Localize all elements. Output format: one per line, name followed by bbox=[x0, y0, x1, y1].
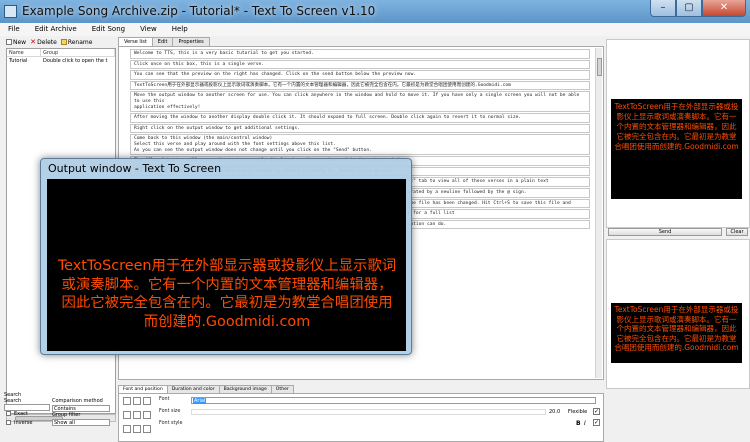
delete-icon: ✕ bbox=[30, 38, 36, 46]
send-row: Send Clear bbox=[608, 228, 748, 238]
window-title: Example Song Archive.zip - Tutorial* - T… bbox=[22, 4, 376, 18]
verse-item[interactable]: TextToScreen用于在外部显示器或投影仪上显示歌词或演奏脚本。它有一个内… bbox=[130, 80, 590, 91]
format-tabs: Font and position Duration and color Bac… bbox=[118, 385, 294, 393]
verse-item[interactable]: You can see that the preview on the righ… bbox=[130, 70, 590, 80]
position-cell[interactable] bbox=[133, 397, 141, 405]
position-cell[interactable] bbox=[143, 397, 151, 405]
font-size-value[interactable]: 20.0 bbox=[549, 409, 560, 415]
minimize-button[interactable]: – bbox=[650, 0, 676, 17]
main-window: Example Song Archive.zip - Tutorial* - T… bbox=[0, 0, 750, 442]
font-label: Font bbox=[159, 397, 170, 402]
exact-checkbox[interactable] bbox=[6, 411, 11, 416]
output-text: TextToScreen用于在外部显示器或投影仪上显示歌词或演奏脚本。它有一个内… bbox=[57, 258, 397, 331]
window-controls: – ▢ ✕ bbox=[650, 0, 746, 18]
verse-item[interactable]: Come back to this window (the main/contr… bbox=[130, 134, 590, 156]
title-bar[interactable]: Example Song Archive.zip - Tutorial* - T… bbox=[0, 0, 750, 23]
output-window[interactable]: Output window - Text To Screen TextToScr… bbox=[40, 158, 412, 355]
bold-button[interactable]: B bbox=[576, 420, 581, 427]
menu-help[interactable]: Help bbox=[164, 23, 195, 36]
comparison-select[interactable]: Contains bbox=[52, 405, 110, 412]
verse-list-scrollbar[interactable] bbox=[595, 48, 602, 378]
search-input[interactable] bbox=[4, 404, 50, 411]
inverse-label: Inverse bbox=[14, 420, 33, 426]
menu-file[interactable]: File bbox=[0, 23, 27, 36]
style-checkbox[interactable]: ✓ bbox=[593, 419, 600, 426]
position-cell[interactable] bbox=[143, 425, 151, 433]
menu-edit-song[interactable]: Edit Song bbox=[84, 23, 132, 36]
font-settings: Font Arial Font size 20.0 Flexible ✓ Fon… bbox=[118, 393, 604, 442]
position-cell[interactable] bbox=[133, 425, 141, 433]
tab-properties[interactable]: Properties bbox=[172, 37, 210, 46]
rename-label: Rename bbox=[67, 38, 93, 46]
font-size-track[interactable] bbox=[191, 409, 546, 415]
tab-verse-list[interactable]: Verse list bbox=[118, 37, 153, 46]
tab-other[interactable]: Other bbox=[270, 385, 294, 393]
search-row: Search Comparison method Contains Group … bbox=[4, 398, 112, 426]
position-cell[interactable] bbox=[123, 425, 131, 433]
verse-item[interactable]: Click once on this box, this is a single… bbox=[130, 59, 590, 70]
verse-item[interactable]: After moving the window to another displ… bbox=[130, 113, 590, 123]
menu-view[interactable]: View bbox=[132, 23, 164, 36]
song-group: Double click to open the t bbox=[43, 58, 108, 64]
new-file-icon bbox=[6, 39, 12, 45]
menu-bar: File Edit Archive Edit Song View Help bbox=[0, 23, 750, 36]
clear-button[interactable]: Clear bbox=[726, 228, 748, 236]
tab-font-and-position[interactable]: Font and position bbox=[118, 385, 168, 393]
column-name[interactable]: Name bbox=[7, 49, 41, 56]
main-tabs: Verse list Edit Properties bbox=[118, 37, 210, 46]
app-icon bbox=[4, 5, 17, 18]
scroll-thumb[interactable] bbox=[597, 58, 602, 76]
position-cell[interactable] bbox=[123, 397, 131, 405]
group-filter-label: Group filter bbox=[52, 412, 81, 418]
format-panel: Font and position Duration and color Bac… bbox=[118, 385, 604, 442]
menu-edit-archive[interactable]: Edit Archive bbox=[27, 23, 84, 36]
tab-background-image[interactable]: Background image bbox=[218, 385, 272, 393]
font-value: Arial bbox=[193, 398, 207, 404]
column-group[interactable]: Group bbox=[41, 49, 115, 56]
verse-item[interactable]: Welcome to TTS, this is a very basic tut… bbox=[130, 49, 590, 59]
font-select[interactable]: Arial bbox=[191, 397, 596, 404]
preview-panel: TextToScreen用于在外部显示器或投影仪上显示歌词或演奏脚本。它有一个内… bbox=[606, 37, 750, 442]
position-cell[interactable] bbox=[133, 411, 141, 419]
flexible-checkbox[interactable]: ✓ bbox=[593, 408, 600, 415]
tab-edit[interactable]: Edit bbox=[151, 37, 174, 46]
rename-song-button[interactable]: Rename bbox=[60, 37, 93, 47]
tab-duration-and-color[interactable]: Duration and color bbox=[166, 385, 220, 393]
verse-item[interactable]: Right click on the output window to get … bbox=[130, 123, 590, 134]
output-screen[interactable]: TextToScreen用于在外部显示器或投影仪上显示歌词或演奏脚本。它有一个内… bbox=[47, 179, 406, 351]
rename-icon bbox=[60, 39, 67, 45]
position-grid bbox=[123, 397, 153, 437]
delete-song-button[interactable]: ✕ Delete bbox=[30, 37, 57, 47]
maximize-button[interactable]: ▢ bbox=[676, 0, 702, 17]
font-style-label: Font style bbox=[159, 421, 183, 426]
inverse-checkbox[interactable] bbox=[6, 420, 11, 425]
preview-display: TextToScreen用于在外部显示器或投影仪上显示歌词或演奏脚本。它有一个内… bbox=[611, 99, 742, 199]
new-song-button[interactable]: New bbox=[6, 37, 26, 47]
comparison-label: Comparison method bbox=[52, 398, 103, 404]
verse-item[interactable]: Move the output window to another screen… bbox=[130, 91, 590, 113]
song-name: Tutorial bbox=[9, 58, 28, 64]
italic-button[interactable]: I bbox=[584, 420, 586, 427]
position-cell[interactable] bbox=[143, 411, 151, 419]
song-toolbar: New ✕ Delete Rename bbox=[6, 37, 116, 47]
output-window-title: Output window - Text To Screen bbox=[48, 162, 222, 175]
send-button[interactable]: Send bbox=[608, 228, 722, 236]
position-cell[interactable] bbox=[123, 411, 131, 419]
exact-label: Exact bbox=[14, 411, 28, 417]
song-list-header: Name Group bbox=[7, 49, 115, 57]
font-size-label: Font size bbox=[159, 409, 181, 414]
output-preview-display: TextToScreen用于在外部显示器或投影仪上显示歌词或演奏脚本。它有一个内… bbox=[611, 303, 742, 363]
close-button[interactable]: ✕ bbox=[702, 0, 746, 17]
search-panel: Search Search Comparison method Contains… bbox=[4, 392, 112, 442]
comparison-group: Comparison method Contains Group filter … bbox=[52, 398, 112, 426]
song-row[interactable]: Tutorial Double click to open the t bbox=[7, 57, 115, 65]
delete-label: Delete bbox=[37, 38, 57, 46]
flexible-label: Flexible bbox=[568, 409, 588, 415]
new-label: New bbox=[13, 38, 27, 46]
group-filter-select[interactable]: Show all bbox=[52, 419, 110, 426]
